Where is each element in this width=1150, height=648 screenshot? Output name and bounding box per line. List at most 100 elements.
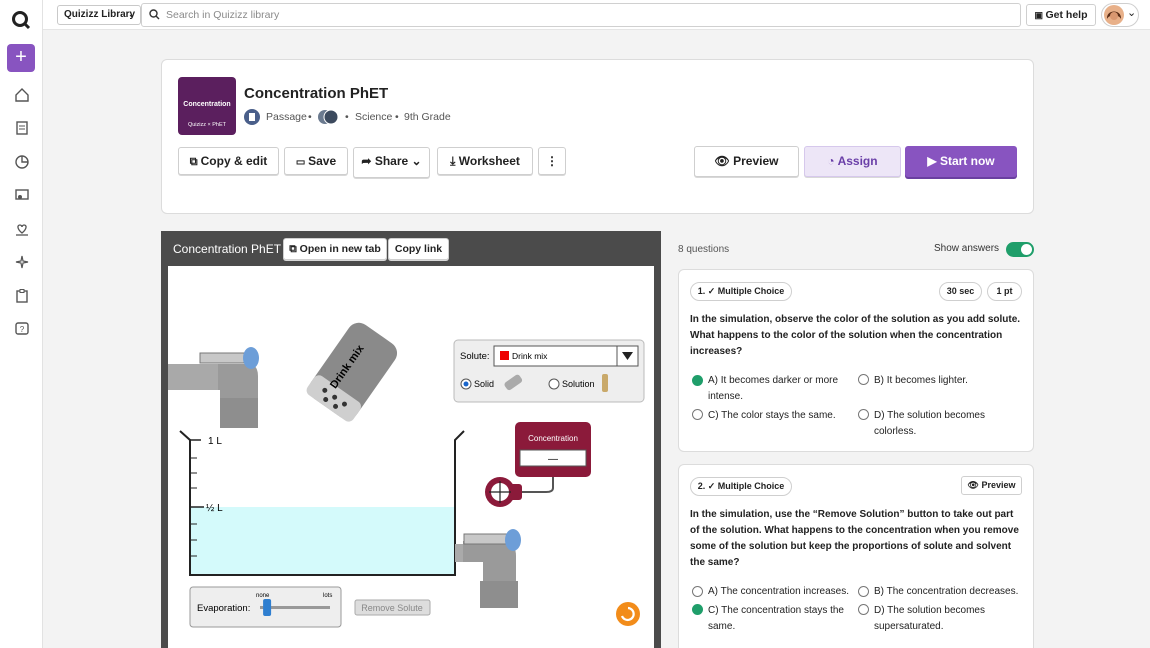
- classes-icon[interactable]: [14, 187, 30, 203]
- eye-icon: 👁: [714, 154, 734, 168]
- download-icon: ⤓: [450, 154, 459, 168]
- accommodations-icon[interactable]: [14, 221, 30, 237]
- simulation-scene: Drink mix 1 L ½ L Concentration — Solute…: [168, 318, 645, 628]
- reports-icon[interactable]: [14, 154, 30, 170]
- help-icon[interactable]: ?: [14, 321, 30, 337]
- passage-icon: [244, 109, 260, 125]
- assign-button[interactable]: ◔ Assign: [804, 146, 901, 177]
- copy-link-button[interactable]: Copy link: [388, 238, 449, 260]
- radio-icon: [858, 604, 869, 615]
- quiz-thumbnail: Concentration Quizizz × PhET: [178, 77, 236, 135]
- author-avatars-icon: [318, 109, 338, 125]
- chevron-down-icon: ⌄: [1127, 7, 1137, 19]
- quiz-type: Passage: [266, 111, 307, 123]
- option-d-line2: colorless.: [874, 426, 917, 437]
- quiz-subject: Science: [355, 111, 393, 123]
- simulation-title: Concentration PhET: [173, 242, 282, 256]
- play-icon: ▶: [927, 154, 940, 168]
- separator-dot: •: [345, 111, 349, 123]
- library-select[interactable]: Quizizz Library ⌄: [57, 5, 141, 25]
- ai-sparkle-icon[interactable]: [14, 254, 30, 270]
- meter-probe[interactable]: [485, 477, 522, 507]
- meter-value: —: [548, 454, 558, 465]
- folder-icon: ▭: [295, 157, 309, 168]
- radio-icon: [858, 586, 869, 597]
- question-type-badge: 2. ✓ Multiple Choice: [690, 477, 792, 496]
- solute-dropdown[interactable]: Drink mix: [493, 345, 639, 367]
- evaporation-label: Evaporation:: [197, 603, 250, 614]
- copy-edit-button[interactable]: ⧉ Copy & edit: [178, 147, 279, 175]
- remove-solute-label: Remove Solute: [361, 603, 423, 613]
- option-c-line2: same.: [708, 621, 736, 632]
- question-type-badge: 1. ✓ Multiple Choice: [690, 282, 792, 301]
- evaporation-slider-thumb[interactable]: [263, 599, 272, 616]
- start-now-button[interactable]: ▶ Start now: [905, 146, 1017, 177]
- home-icon[interactable]: [14, 87, 30, 103]
- concentration-meter[interactable]: Concentration —: [515, 422, 591, 493]
- radio-icon: [858, 409, 869, 420]
- copy-link-label: Copy link: [394, 243, 443, 255]
- show-answers-toggle[interactable]: [1006, 242, 1034, 257]
- profile-menu[interactable]: ⌄: [1101, 3, 1139, 27]
- preview-button[interactable]: 👁 Preview: [694, 146, 799, 177]
- correct-check-icon: [692, 604, 703, 615]
- option-d: D) The solution becomes supersaturated.: [874, 603, 985, 635]
- remove-solute-button[interactable]: Remove Solute: [354, 599, 431, 616]
- meter-title: Concentration: [528, 434, 578, 443]
- svg-text:?: ?: [20, 325, 25, 334]
- question-preview-button[interactable]: 👁 Preview: [961, 476, 1022, 495]
- chevron-down-icon: ⌄: [128, 10, 135, 19]
- option-a: A) It becomes darker or more intense.: [708, 373, 838, 405]
- chevron-down-icon: ⌄: [408, 154, 422, 168]
- search-placeholder: Search in Quizizz library: [166, 9, 280, 21]
- question-text: In the simulation, observe the color of …: [690, 314, 1021, 357]
- worksheet-button[interactable]: ⤓ Worksheet: [437, 147, 533, 175]
- more-options-button[interactable]: ⋮: [538, 147, 566, 175]
- option-d: D) The solution becomes colorless.: [874, 408, 985, 440]
- beaker-half-l-label: ½ L: [206, 503, 223, 514]
- evap-none-label: none: [256, 593, 270, 599]
- copy-icon: ⧉: [189, 156, 201, 168]
- solution-label: Solution: [562, 379, 595, 389]
- external-link-icon: ⧉: [289, 243, 300, 255]
- share-icon: ➦: [361, 154, 375, 168]
- radio-icon: [692, 586, 703, 597]
- library-icon[interactable]: [14, 120, 30, 136]
- drink-mix-shaker[interactable]: Drink mix: [304, 318, 401, 424]
- option-a: A) The concentration increases.: [708, 586, 850, 597]
- faucet-drain[interactable]: [455, 529, 521, 608]
- avatar: [1104, 5, 1124, 25]
- option-c: C) The color stays the same.: [708, 410, 836, 421]
- radio-icon: [692, 409, 703, 420]
- create-button[interactable]: +: [7, 44, 35, 72]
- time-badge: 30 sec: [939, 282, 982, 301]
- quizizz-logo-icon[interactable]: [11, 10, 31, 30]
- question-preview-label: Preview: [981, 480, 1016, 490]
- get-help-label: Get help: [1045, 9, 1088, 21]
- quiz-grade: 9th Grade: [404, 111, 451, 123]
- evap-lots-label: lots: [323, 593, 332, 599]
- save-label: Save: [308, 154, 337, 168]
- show-answers-label: Show answers: [934, 243, 1000, 254]
- clipboard-icon[interactable]: [14, 288, 30, 304]
- search-icon: [149, 9, 160, 20]
- start-now-label: Start now: [939, 154, 995, 168]
- get-help-button[interactable]: ▣ Get help: [1026, 4, 1096, 26]
- save-button[interactable]: ▭ Save: [284, 147, 348, 175]
- open-new-tab-label: Open in new tab: [299, 243, 381, 255]
- radio-icon: [858, 374, 869, 385]
- assign-label: Assign: [837, 154, 878, 168]
- question-count: 8 questions: [678, 244, 730, 255]
- toggle-knob: [1021, 244, 1032, 255]
- share-button[interactable]: ➦ Share ⌄: [353, 147, 430, 178]
- faucet-top[interactable]: [168, 347, 259, 428]
- open-new-tab-button[interactable]: ⧉ Open in new tab: [283, 238, 387, 260]
- eye-icon: 👁: [967, 480, 982, 490]
- separator-dot: •: [308, 111, 312, 123]
- reset-button[interactable]: [616, 602, 640, 626]
- share-label: Share: [374, 154, 409, 168]
- option-b: B) The concentration decreases.: [874, 586, 1019, 597]
- solute-dropdown-value: Drink mix: [512, 351, 548, 361]
- option-d-line2: supersaturated.: [874, 621, 944, 632]
- more-vertical-icon: ⋮: [546, 154, 558, 168]
